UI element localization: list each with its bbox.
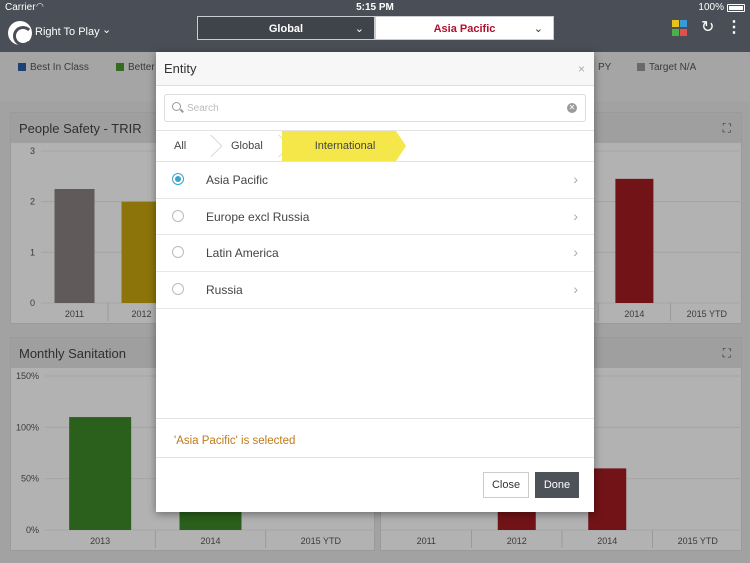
scope-region-selector[interactable]: Asia Pacific ⌄ [375,16,554,40]
radio-button[interactable] [172,209,184,222]
entity-label: Europe excl Russia [206,209,310,224]
entity-list: Asia Pacific › Europe excl Russia › Lati… [156,162,594,309]
chevron-down-icon: ⌄ [354,23,364,35]
breadcrumb-global[interactable]: Global [231,131,263,161]
selected-message: 'Asia Pacific' is selected [174,435,296,447]
app-logo-icon[interactable] [8,21,33,46]
entity-label: Latin America [206,246,279,261]
done-button[interactable]: Done [535,472,579,498]
close-button[interactable]: Close [483,472,529,498]
modal-title: Entity [164,61,197,76]
breadcrumb-all[interactable]: All [174,131,186,161]
chevron-down-icon[interactable]: ⌄ [102,23,111,36]
radio-button[interactable] [172,283,184,296]
clear-search-icon[interactable]: ✕ [567,103,577,113]
close-icon[interactable]: × [578,62,585,76]
more-vertical-icon[interactable]: ⋮ [726,20,742,36]
chevron-right-icon[interactable]: › [573,244,578,260]
scope-region-label: Asia Pacific [433,23,496,35]
chevron-down-icon: ⌄ [533,23,543,35]
list-item[interactable]: Latin America › [156,235,594,273]
radio-button[interactable] [172,173,184,185]
selection-status: 'Asia Pacific' is selected [156,418,594,458]
scope-global-selector[interactable]: Global ⌄ [197,16,375,40]
chevron-right-icon[interactable]: › [573,281,578,297]
radio-button[interactable] [172,246,184,259]
dashboard-grid-icon[interactable] [672,20,688,36]
app-title[interactable]: Right To Play [35,26,100,38]
scope-global-label: Global [268,23,304,35]
entity-modal: Entity × ✕ All Global International Asia… [156,52,594,512]
breadcrumb: All Global International [156,130,594,162]
list-item[interactable]: Russia › [156,272,594,309]
clock: 5:15 PM [356,2,394,13]
breadcrumb-international[interactable]: International [282,131,406,161]
battery-icon [727,4,745,12]
search-input[interactable] [187,99,557,117]
battery-percent: 100% [698,2,724,13]
status-bar: Carrier ◠ 5:15 PM 100% [0,0,750,16]
nav-bar: Right To Play ⌄ Global ⌄ Asia Pacific ⌄ … [0,16,750,52]
entity-label: Asia Pacific [206,173,269,187]
list-item[interactable]: Asia Pacific › [156,162,594,199]
refresh-icon[interactable]: ↻ [701,20,717,36]
modal-header: Entity × [156,52,594,86]
chevron-right-icon[interactable]: › [573,208,578,224]
search-icon [172,102,181,111]
entity-label: Russia [206,283,243,298]
breadcrumb-separator [206,131,218,161]
list-item[interactable]: Europe excl Russia › [156,199,594,236]
chevron-right-icon[interactable]: › [573,171,578,187]
search-box[interactable]: ✕ [164,94,586,122]
